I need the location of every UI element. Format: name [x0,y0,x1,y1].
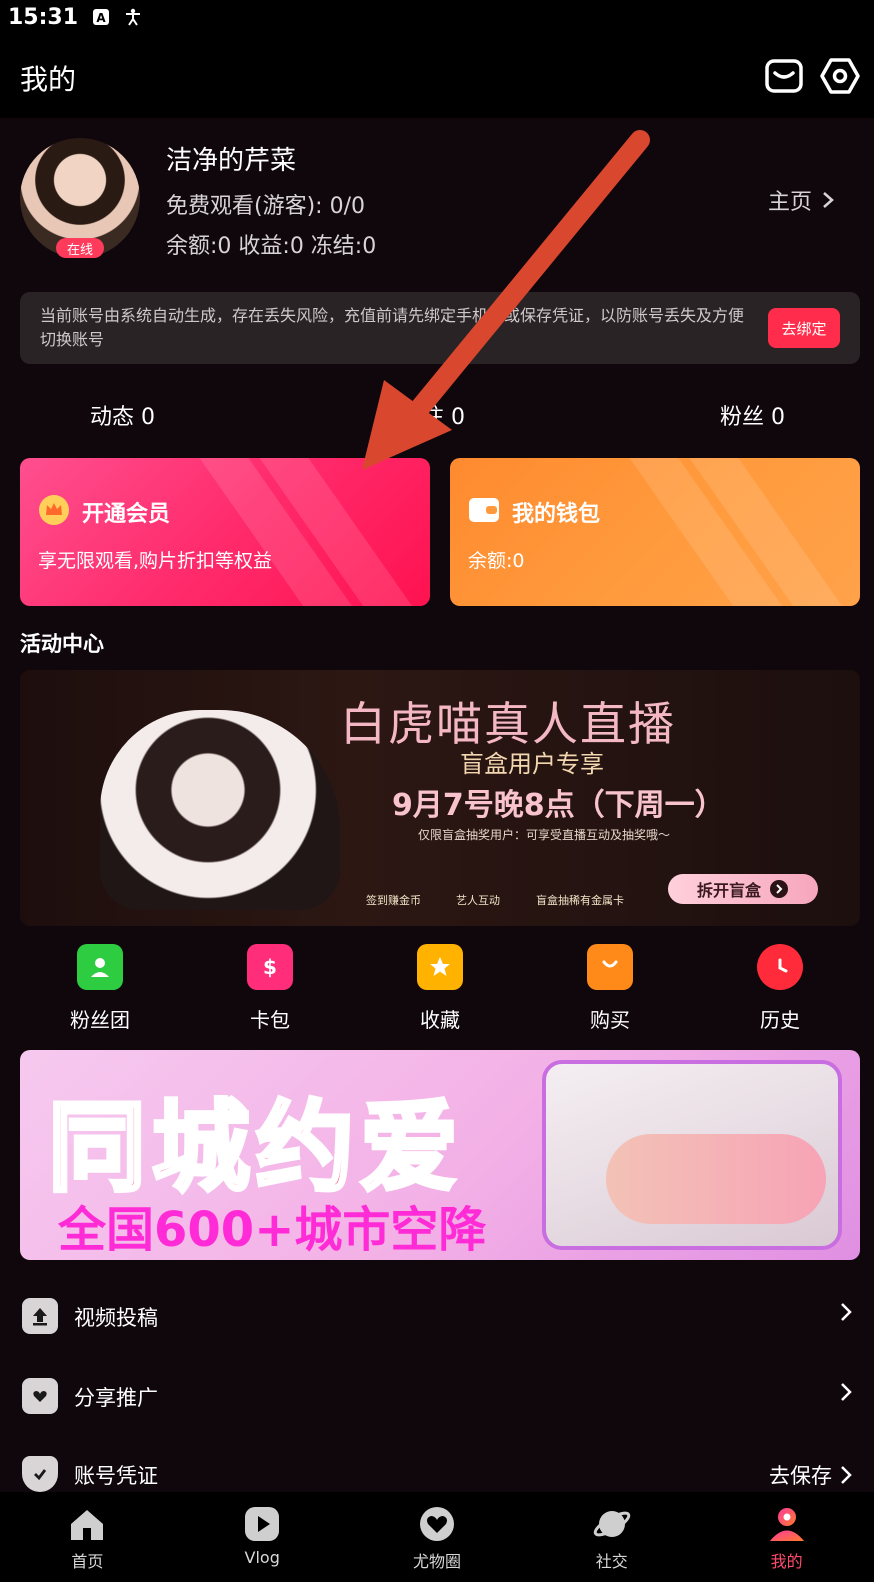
settings-button[interactable] [820,56,860,96]
local-dating-banner[interactable]: 同城约爱 全国600+城市空降 [20,1050,860,1260]
live-stream-banner[interactable]: 白虎喵真人直播 盲盒用户专享 9月7号晚8点（下周一） 仅限盲盒抽奖用户：可享受… [20,670,860,926]
wallet-icon [468,494,500,526]
upload-icon [22,1298,58,1334]
quick-favorites[interactable]: 收藏 [380,944,500,1034]
banner-feature: 艺人互动 [456,894,500,907]
svg-text:$: $ [263,955,277,979]
open-blindbox-button[interactable]: 拆开盲盒 [668,874,818,904]
notice-text: 当前账号由系统自动生成，存在丢失风险，充值前请先绑定手机号或保存凭证，以防账号丢… [40,306,745,349]
tab-youwuquan[interactable]: 尤物圈 [350,1492,525,1582]
accessibility-icon [124,8,142,26]
favorite-icon [417,944,463,990]
stat-dynamic[interactable]: 动态 0 [90,399,155,431]
quick-purchases[interactable]: 购买 [550,944,670,1034]
stat-follow[interactable]: 关注 0 [400,399,465,431]
play-icon [242,1504,282,1544]
history-clock-icon [757,944,803,990]
arrow-circle-icon [770,880,788,898]
menu-right [840,1382,852,1402]
menu-share-promote[interactable]: 分享推广 [0,1362,874,1432]
chevron-right-icon [841,1383,852,1401]
banner-photo [100,710,340,910]
tab-label: 我的 [770,1552,803,1571]
chevron-right-icon [841,1303,852,1321]
banner-note: 仅限盲盒抽奖用户：可享受直播互动及抽奖哦～ [418,828,671,842]
quick-card-wallet[interactable]: $ 卡包 [210,944,330,1034]
menu-label: 账号凭证 [74,1464,158,1488]
username: 洁净的芹菜 [166,146,297,176]
profile-tab-icon [767,1504,807,1544]
tab-label: 尤物圈 [412,1552,461,1571]
bind-account-button[interactable]: 去绑定 [768,308,840,348]
fan-group-icon [77,944,123,990]
save-credential-link[interactable]: 去保存 [769,1460,832,1490]
balance-summary: 余额:0 收益:0 冻结:0 [166,234,377,259]
tab-label: Vlog [244,1548,280,1567]
planet-icon [592,1504,632,1544]
settings-hex-icon [820,58,860,94]
tab-home[interactable]: 首页 [0,1492,175,1582]
menu-right: 去保存 [769,1460,852,1490]
quick-label: 粉丝团 [70,1008,130,1032]
messages-button[interactable] [764,56,804,96]
status-time: 15:31 [8,4,79,30]
svg-text:A: A [96,11,106,25]
stats-row: 动态 0 关注 0 粉丝 0 [0,395,874,435]
menu-right [840,1302,852,1322]
vip-card[interactable]: 开通会员 享无限观看,购片折扣等权益 [20,458,430,606]
tab-label: 首页 [71,1552,104,1571]
free-watch-count: 免费观看(游客): 0/0 [166,194,365,219]
banner2-title: 同城约爱 [46,1089,465,1207]
tab-label: 社交 [595,1552,628,1571]
homepage-link[interactable]: 主页 [768,184,834,216]
profile-section: 在线 洁净的芹菜 免费观看(游客): 0/0 余额:0 收益:0 冻结:0 主页 [0,118,874,278]
chevron-right-icon [823,192,834,208]
quick-label: 历史 [760,1008,800,1032]
banner2-photo [542,1060,842,1250]
bottom-tab-bar: 首页 Vlog 尤物圈 社交 我的 [0,1492,874,1582]
homepage-label: 主页 [767,190,812,215]
shield-check-icon [22,1456,58,1492]
tab-social[interactable]: 社交 [524,1492,699,1582]
banner-feature: 签到赚金币 [366,894,421,907]
quick-history[interactable]: 历史 [720,944,840,1034]
quick-fan-group[interactable]: 粉丝团 [40,944,160,1034]
vip-card-subtitle: 享无限观看,购片折扣等权益 [38,550,273,572]
status-bar: 15:31 A [0,0,874,34]
share-heart-icon [22,1378,58,1414]
shopping-bag-icon [587,944,633,990]
banner-subtitle: 盲盒用户专享 [460,750,604,778]
activity-center-title: 活动中心 [20,632,104,656]
quick-label: 卡包 [250,1008,290,1032]
crown-icon [38,494,70,526]
menu-label: 分享推广 [74,1386,158,1410]
card-wallet-icon: $ [247,944,293,990]
open-blindbox-label: 拆开盲盒 [696,881,761,900]
font-a-icon: A [92,8,110,26]
tab-mine[interactable]: 我的 [699,1492,874,1582]
banner-date: 9月7号晚8点（下周一） [392,788,725,823]
banner-feature: 盲盒抽稀有金属卡 [536,894,624,907]
wallet-card-subtitle: 余额:0 [468,550,525,572]
online-badge: 在线 [56,238,104,258]
heart-circle-icon [417,1504,457,1544]
home-icon [67,1504,107,1544]
quick-label: 收藏 [420,1008,460,1032]
stat-fans[interactable]: 粉丝 0 [720,399,785,431]
menu-label: 视频投稿 [74,1306,158,1330]
quick-label: 购买 [590,1008,630,1032]
tab-vlog[interactable]: Vlog [175,1492,350,1582]
banner2-subtitle: 全国600+城市空降 [58,1202,487,1258]
page-title: 我的 [20,63,77,96]
wallet-card-title: 我的钱包 [512,502,601,527]
menu-video-submit[interactable]: 视频投稿 [0,1282,874,1352]
chevron-right-icon [841,1466,852,1484]
wallet-card[interactable]: 我的钱包 余额:0 [450,458,860,606]
message-icon [765,59,803,93]
page-header: 我的 [0,34,874,118]
vip-card-title: 开通会员 [82,502,171,527]
account-notice: 当前账号由系统自动生成，存在丢失风险，充值前请先绑定手机号或保存凭证，以防账号丢… [20,292,860,364]
